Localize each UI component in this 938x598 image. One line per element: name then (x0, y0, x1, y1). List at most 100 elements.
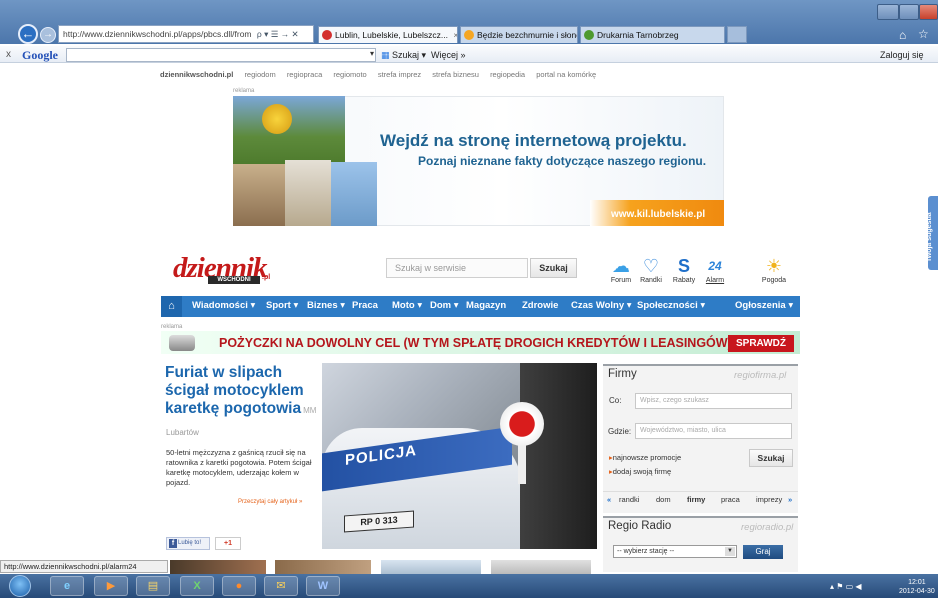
login-link[interactable]: Zaloguj się (880, 50, 924, 60)
nav-sport[interactable]: Sport ▾ (266, 300, 298, 311)
radio-station-select[interactable]: -- wybierz stację -- (613, 545, 737, 558)
nav-magazyn[interactable]: Magazyn (466, 300, 506, 311)
favorites-star-icon[interactable]: ☆ (918, 27, 929, 41)
regiofirma-logo[interactable]: regiofirma.pl (734, 370, 786, 381)
address-bar[interactable]: http://www.dziennikwschodni.pl/apps/pbcs… (58, 25, 314, 43)
top-link-strefa-imprez[interactable]: strefa imprez (378, 70, 421, 79)
firmy-co-input[interactable]: Wpisz, czego szukasz (635, 393, 792, 409)
firmy-tab-prev-icon[interactable]: « (607, 495, 611, 504)
close-window-button[interactable] (919, 4, 938, 20)
chevron-down-icon[interactable]: ▾ (370, 49, 374, 58)
site-logo-sub: WSCHODNI (208, 276, 260, 284)
banner-photo-survey (331, 162, 377, 226)
service-forum[interactable]: ☁ Forum (604, 255, 638, 284)
taskbar-word-icon[interactable]: W (306, 576, 340, 596)
mm-badge: MM (303, 406, 317, 415)
maximize-button[interactable] (899, 4, 919, 20)
nav-wiadomosci[interactable]: Wiadomości ▾ (192, 300, 255, 311)
taskbar-excel-icon[interactable]: X (180, 576, 214, 596)
google-plus-button[interactable]: +1 (215, 537, 241, 550)
site-search-input[interactable]: Szukaj w serwisie (386, 258, 528, 278)
firmy-tab-randki[interactable]: randki (619, 495, 639, 504)
clock-time: 12:01 (908, 579, 926, 586)
firmy-promotions-link[interactable]: najnowsze promocje (609, 453, 681, 462)
facebook-like-button[interactable]: Lubię to! (166, 537, 210, 550)
new-tab-button[interactable] (727, 26, 747, 43)
service-alarm[interactable]: 24 Alarm (698, 255, 732, 284)
banner-url[interactable]: www.kil.lubelskie.pl (611, 209, 705, 220)
google-search-input[interactable] (66, 48, 376, 62)
toolbar-close-icon[interactable]: x (6, 49, 11, 60)
site-favicon-icon (322, 30, 332, 40)
site-search-button[interactable]: Szukaj (530, 258, 577, 278)
start-button[interactable] (9, 575, 31, 597)
home-icon[interactable]: ⌂ (899, 28, 906, 42)
home-nav-icon[interactable]: ⌂ (161, 296, 182, 317)
nav-spolecznosci[interactable]: Społeczności ▾ (637, 300, 705, 311)
firmy-tab-imprezy[interactable]: imprezy (756, 495, 782, 504)
rabaty-s-icon: S (677, 256, 690, 276)
forward-button[interactable]: → (40, 27, 56, 43)
firmy-search-button[interactable]: Szukaj (749, 449, 793, 467)
firmy-tab-dom[interactable]: dom (656, 495, 671, 504)
top-link-regiodom[interactable]: regiodom (244, 70, 275, 79)
regioradio-logo[interactable]: regioradio.pl (741, 522, 793, 533)
top-link-mobile[interactable]: portal na komórkę (536, 70, 596, 79)
nav-praca[interactable]: Praca (352, 300, 378, 311)
nav-dom[interactable]: Dom ▾ (430, 300, 459, 311)
browser-tab-weather[interactable]: Będzie bezchmurnie i słoneczn... (460, 26, 578, 43)
article-lead: 50-letni mężczyzna z gaśnicą rzucił się … (166, 448, 312, 487)
more-button[interactable]: Więcej » (431, 50, 466, 60)
browser-tab-lublin[interactable]: Lublin, Lubelskie, Lubelszcz... × (318, 26, 458, 43)
tab-close-icon[interactable]: × (453, 30, 457, 40)
nav-zdrowie[interactable]: Zdrowie (522, 300, 558, 311)
nav-czas-wolny[interactable]: Czas Wolny ▾ (571, 300, 632, 311)
banner-photo-sunflowers (233, 96, 345, 164)
tab-label: Lublin, Lubelskie, Lubelszcz... (335, 30, 448, 40)
weather-sun-icon: ☀ (765, 256, 783, 276)
banner-photo-people (233, 164, 285, 226)
article-title[interactable]: Furiat w slipach ścigał motocyklem karet… (165, 364, 323, 420)
taskbar-mail-icon[interactable]: ✉ (264, 576, 298, 596)
browser-tab-drukarnia[interactable]: Drukarnia Tarnobrzeg (580, 26, 725, 43)
top-link-regiopedia[interactable]: regiopedia (490, 70, 525, 79)
service-label: Pogoda (761, 277, 787, 284)
radio-play-button[interactable]: Graj (743, 545, 783, 559)
google-search-button[interactable]: ▦ Szukaj ▾ (381, 50, 426, 61)
service-pogoda[interactable]: ☀ Pogoda (757, 255, 791, 284)
top-link-strefa-biznesu[interactable]: strefa biznesu (432, 70, 479, 79)
read-more-link[interactable]: Przeczytaj cały artykuł » (238, 499, 302, 505)
back-button[interactable]: ← (18, 24, 38, 44)
top-link-regiomoto[interactable]: regiomoto (333, 70, 366, 79)
firmy-tab-firmy[interactable]: firmy (687, 495, 705, 504)
nav-ogloszenia[interactable]: Ogłoszenia ▾ (735, 300, 793, 311)
taskbar-explorer-icon[interactable]: ▤ (136, 576, 170, 596)
firmy-tab-praca[interactable]: praca (721, 495, 740, 504)
firmy-gdzie-input[interactable]: Województwo, miasto, ulica (635, 423, 792, 439)
top-link-dziennik[interactable]: dziennikwschodni.pl (160, 70, 233, 79)
minimize-button[interactable] (877, 4, 899, 20)
banner-photo-women (285, 160, 331, 226)
system-tray-icons[interactable]: ▴ ⚑ ▭ ◀ (830, 582, 862, 591)
nav-moto[interactable]: Moto ▾ (392, 300, 422, 311)
officer-arm-image (520, 363, 597, 549)
taskbar-ie-icon[interactable]: e (50, 576, 84, 596)
nav-biznes[interactable]: Biznes ▾ (307, 300, 345, 311)
site-logo-pl: .pl (262, 274, 271, 281)
banner-subheadline: Poznaj nieznane fakty dotyczące naszego … (418, 154, 707, 168)
service-randki[interactable]: ♡ Randki (634, 255, 668, 284)
loan-ad-button[interactable]: SPRAWDŹ (728, 335, 794, 352)
service-rabaty[interactable]: S Rabaty (667, 255, 701, 284)
taskbar-firefox-icon[interactable]: ● (222, 576, 256, 596)
firmy-title: Firmy (608, 368, 637, 380)
firmy-add-company-link[interactable]: dodaj swoją firmę (609, 467, 671, 476)
weather-favicon-icon (464, 30, 474, 40)
top-link-regiopraca[interactable]: regiopraca (287, 70, 322, 79)
address-icons[interactable]: ρ ▾ ☰ → ✕ (257, 29, 299, 39)
feedback-side-tab-label: Twoja sugestia (926, 212, 933, 262)
service-label: Randki (640, 277, 662, 284)
ad-label: reklama (161, 324, 183, 330)
firmy-tab-next-icon[interactable]: » (788, 495, 792, 504)
taskbar-media-player-icon[interactable]: ▶ (94, 576, 128, 596)
taskbar-clock[interactable]: 12:01 2012-04-30 (899, 578, 935, 596)
